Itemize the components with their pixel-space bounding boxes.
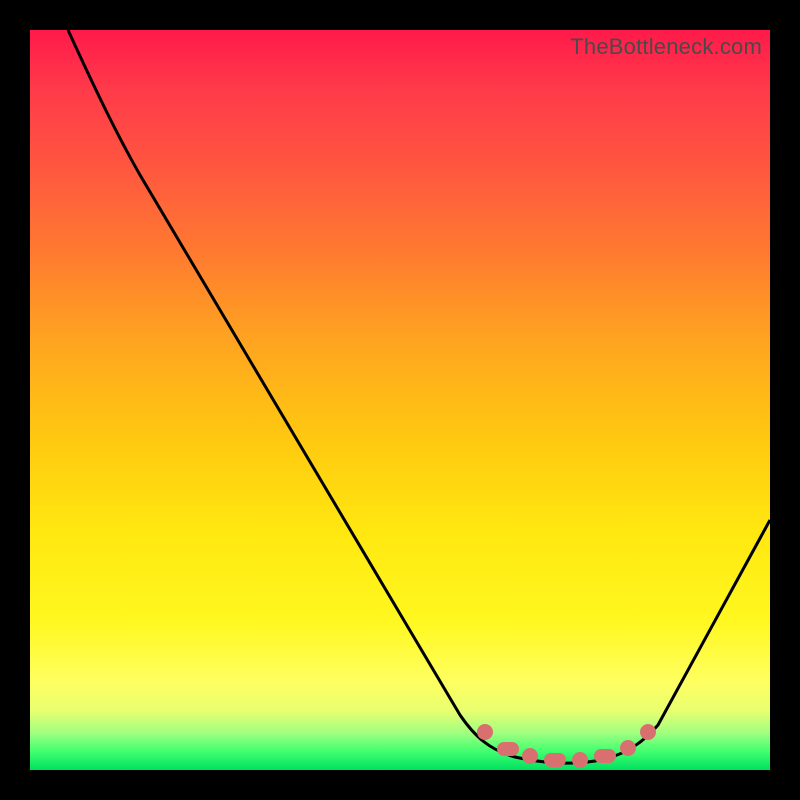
chart-plot-area: TheBottleneck.com — [30, 30, 770, 770]
watermark-text: TheBottleneck.com — [570, 34, 762, 60]
marker-dot — [594, 749, 616, 763]
marker-dot — [497, 742, 519, 756]
marker-dot — [640, 724, 656, 740]
marker-dot — [477, 724, 493, 740]
marker-dot — [572, 752, 588, 768]
marker-dot — [522, 748, 538, 764]
marker-dot — [544, 753, 566, 767]
marker-dot — [620, 740, 636, 756]
optimal-range-markers — [30, 30, 770, 770]
